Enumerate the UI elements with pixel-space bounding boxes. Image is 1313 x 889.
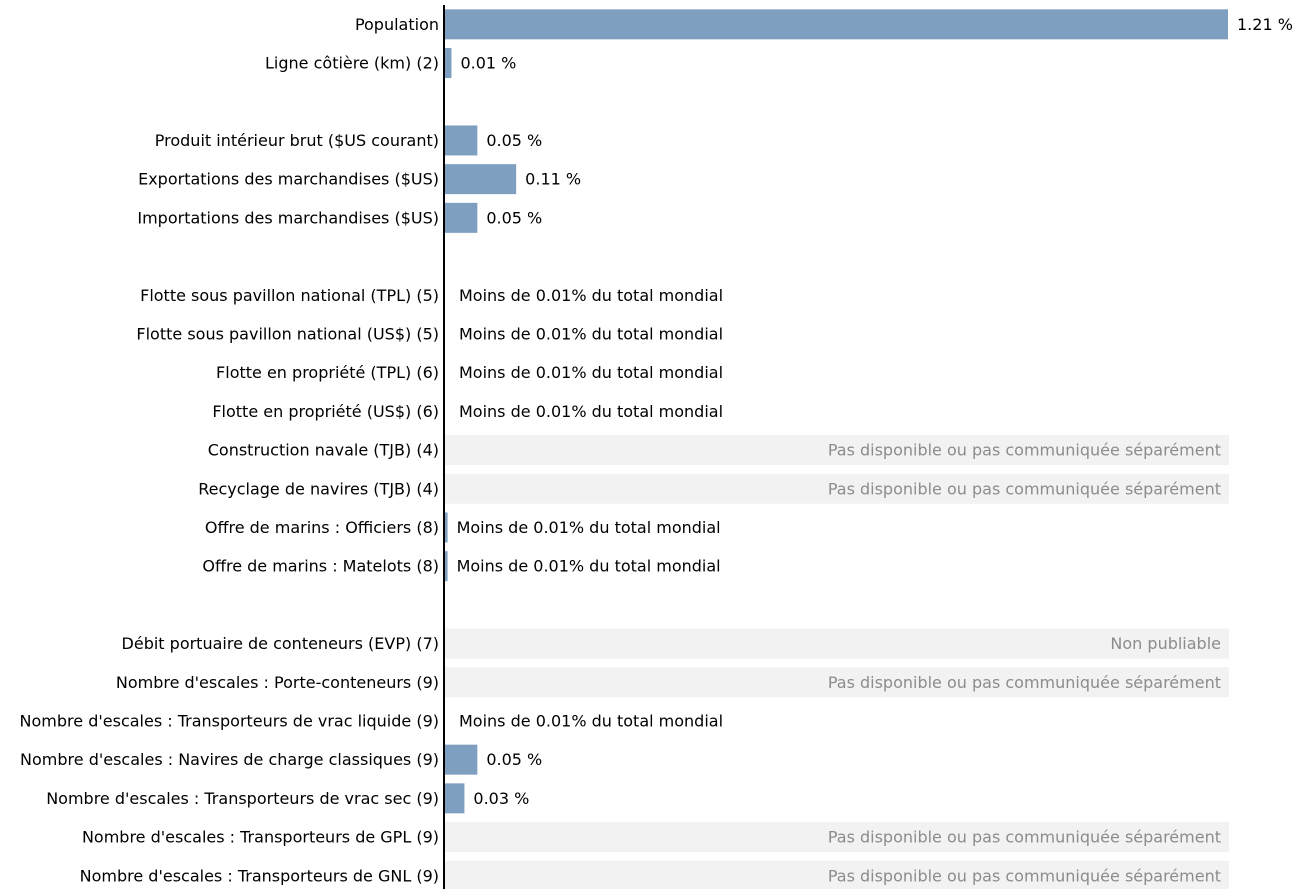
unavailable-label: Non publiable — [1110, 634, 1221, 653]
data-label: Moins de 0.01% du total mondial — [459, 363, 723, 382]
data-label: 0.05 % — [486, 131, 542, 150]
unavailable-label: Pas disponible ou pas communiquée séparé… — [828, 866, 1221, 885]
category-label: Ligne côtière (km) (2) — [265, 54, 439, 73]
chart-rows: Population 1.21 % Ligne côtière (km) (2) 0.… — [20, 9, 1293, 889]
category-label: Flotte sous pavillon national (TPL) (5) — [140, 286, 439, 305]
category-label: Nombre d'escales : Transporteurs de GPL … — [82, 828, 439, 847]
data-label: 0.03 % — [473, 789, 529, 808]
category-label: Nombre d'escales : Transporteurs de vrac… — [46, 789, 439, 808]
data-label: Moins de 0.01% du total mondial — [459, 711, 723, 730]
bar — [445, 164, 517, 195]
category-label: Offre de marins : Officiers (8) — [205, 518, 439, 537]
data-label: Moins de 0.01% du total mondial — [457, 518, 721, 537]
category-label: Produit intérieur brut ($US courant) — [155, 131, 439, 150]
category-label: Population — [355, 15, 439, 34]
data-label: Moins de 0.01% du total mondial — [459, 286, 723, 305]
bar — [445, 783, 465, 814]
data-label: 0.01 % — [460, 54, 516, 73]
bar — [445, 551, 448, 582]
category-label: Flotte en propriété (TPL) (6) — [216, 363, 439, 382]
unavailable-label: Pas disponible ou pas communiquée séparé… — [828, 479, 1221, 498]
category-label: Flotte en propriété (US$) (6) — [212, 402, 439, 421]
data-label: 1.21 % — [1237, 15, 1293, 34]
category-label: Offre de marins : Matelots (8) — [202, 557, 439, 576]
data-label: 0.11 % — [525, 170, 581, 189]
category-label: Débit portuaire de conteneurs (EVP) (7) — [122, 634, 439, 653]
bar — [445, 744, 478, 775]
category-label: Exportations des marchandises ($US) — [138, 170, 439, 189]
data-label: Moins de 0.01% du total mondial — [459, 402, 723, 421]
category-label: Nombre d'escales : Navires de charge cla… — [20, 750, 439, 769]
data-label: Moins de 0.01% du total mondial — [459, 324, 723, 343]
unavailable-label: Pas disponible ou pas communiquée séparé… — [828, 828, 1221, 847]
data-label: 0.05 % — [486, 750, 542, 769]
category-label: Nombre d'escales : Transporteurs de vrac… — [20, 711, 439, 730]
bar — [445, 512, 448, 543]
category-label: Importations des marchandises ($US) — [137, 208, 439, 227]
category-label: Construction navale (TJB) (4) — [208, 441, 439, 460]
bar-chart: Population 1.21 % Ligne côtière (km) (2) 0.… — [20, 5, 1293, 889]
data-label: 0.05 % — [486, 208, 542, 227]
category-label: Recyclage de navires (TJB) (4) — [198, 479, 439, 498]
category-label: Nombre d'escales : Transporteurs de GNL … — [80, 866, 439, 885]
data-label: Moins de 0.01% du total mondial — [457, 557, 721, 576]
bar — [445, 9, 1228, 40]
category-label: Flotte sous pavillon national (US$) (5) — [136, 324, 439, 343]
category-label: Nombre d'escales : Porte-conteneurs (9) — [116, 673, 439, 692]
bar — [445, 125, 478, 156]
bar — [445, 202, 478, 233]
bar — [445, 48, 452, 79]
unavailable-label: Pas disponible ou pas communiquée séparé… — [828, 441, 1221, 460]
unavailable-label: Pas disponible ou pas communiquée séparé… — [828, 673, 1221, 692]
